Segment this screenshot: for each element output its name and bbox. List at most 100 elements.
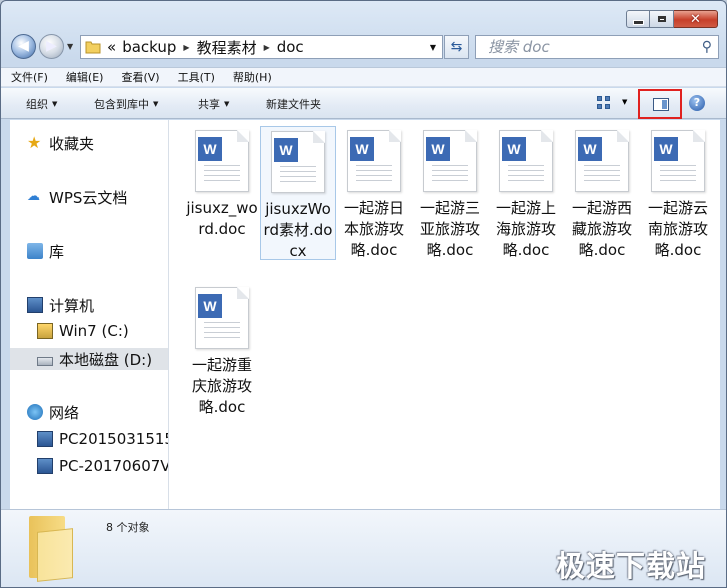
address-bar[interactable]: « backup ▶ 教程素材 ▶ doc ▼ bbox=[80, 35, 443, 59]
organize-label: 组织 bbox=[26, 98, 48, 111]
computer-icon bbox=[27, 297, 43, 313]
menu-tools[interactable]: 工具(T) bbox=[178, 69, 215, 85]
word-document-icon: W bbox=[195, 287, 249, 349]
organize-button[interactable]: 组织 ▼ bbox=[26, 96, 57, 112]
computer-icon bbox=[37, 458, 53, 474]
nav-label: PC2015031515 bbox=[59, 430, 168, 448]
word-badge: W bbox=[654, 137, 678, 161]
recent-pages-dropdown[interactable]: ▼ bbox=[67, 42, 73, 51]
word-document-icon: W bbox=[651, 130, 705, 192]
breadcrumb-doc[interactable]: doc bbox=[277, 38, 304, 56]
file-name: 一起游重庆旅游攻略.doc bbox=[191, 356, 252, 416]
help-button[interactable]: ? bbox=[689, 95, 705, 111]
file-list[interactable]: W jisuxz_word.doc W jisuxzWord素材.docx W … bbox=[169, 120, 720, 509]
change-view-button[interactable] bbox=[596, 95, 614, 111]
file-item[interactable]: W 一起游三亚旅游攻略.doc bbox=[412, 126, 488, 261]
nav-label: 计算机 bbox=[49, 296, 95, 315]
file-item[interactable]: W jisuxz_word.doc bbox=[184, 126, 260, 240]
search-input[interactable]: 搜索 doc ⚲ bbox=[475, 35, 719, 59]
file-item[interactable]: W 一起游云南旅游攻略.doc bbox=[640, 126, 716, 261]
word-badge: W bbox=[274, 138, 298, 162]
file-name: 一起游三亚旅游攻略.doc bbox=[419, 199, 480, 259]
breadcrumb-backup[interactable]: backup bbox=[122, 38, 176, 56]
refresh-button[interactable]: ⇆ bbox=[444, 35, 469, 59]
word-badge: W bbox=[578, 137, 602, 161]
drive-icon bbox=[37, 356, 53, 366]
caption-buttons: ✕ bbox=[626, 10, 718, 28]
file-name: jisuxzWord素材.docx bbox=[263, 200, 333, 260]
nav-item-network[interactable]: 网络 bbox=[27, 401, 79, 423]
share-button[interactable]: 共享 ▼ bbox=[198, 96, 229, 112]
close-icon: ✕ bbox=[690, 11, 701, 27]
maximize-icon bbox=[657, 16, 666, 22]
file-name: 一起游上海旅游攻略.doc bbox=[495, 199, 556, 259]
back-button[interactable]: ◀ bbox=[11, 34, 36, 59]
nav-item-local-disk[interactable]: 本地磁盘 (D:) bbox=[10, 348, 168, 370]
share-label: 共享 bbox=[198, 98, 220, 111]
details-pane: 8 个对象 极速下载站 bbox=[1, 509, 726, 587]
nav-label: 收藏夹 bbox=[49, 134, 95, 153]
views-icon bbox=[597, 96, 602, 101]
nav-item-favorites[interactable]: ★ 收藏夹 bbox=[27, 132, 94, 154]
nav-item-win7-drive[interactable]: Win7 (C:) bbox=[37, 320, 129, 342]
forward-button[interactable]: ▶ bbox=[39, 34, 64, 59]
nav-label: 网络 bbox=[49, 403, 80, 422]
file-item[interactable]: W 一起游日本旅游攻略.doc bbox=[336, 126, 412, 261]
nav-item-network-pc[interactable]: PC2015031515 bbox=[37, 428, 168, 450]
maximize-button[interactable] bbox=[650, 10, 674, 28]
back-arrow-icon: ◀ bbox=[18, 38, 29, 54]
word-document-icon: W bbox=[575, 130, 629, 192]
menu-file[interactable]: 文件(F) bbox=[11, 69, 48, 85]
include-library-label: 包含到库中 bbox=[94, 98, 149, 111]
search-icon[interactable]: ⚲ bbox=[702, 36, 712, 58]
word-document-icon: W bbox=[195, 130, 249, 192]
chevron-down-icon: ▼ bbox=[224, 100, 230, 108]
new-folder-button[interactable]: 新建文件夹 bbox=[266, 96, 321, 112]
breadcrumb-overflow[interactable]: « bbox=[107, 38, 116, 56]
minimize-icon bbox=[632, 19, 644, 25]
file-item[interactable]: W 一起游西藏旅游攻略.doc bbox=[564, 126, 640, 261]
nav-item-network-pc[interactable]: PC-20170607V bbox=[37, 455, 168, 477]
new-folder-label: 新建文件夹 bbox=[266, 98, 321, 111]
views-dropdown-icon[interactable]: ▼ bbox=[622, 98, 627, 106]
navigation-pane[interactable]: ★ 收藏夹 ☁ WPS云文档 库 计算机 Win7 (C:) 本地磁盘 (D:)… bbox=[10, 120, 168, 509]
address-row: ◀ ▶ ▼ « backup ▶ 教程素材 ▶ doc ▼ ⇆ 搜索 doc ⚲ bbox=[1, 33, 726, 61]
nav-label: PC-20170607V bbox=[59, 457, 168, 475]
word-document-icon: W bbox=[499, 130, 553, 192]
breadcrumb-tutorial-materials[interactable]: 教程素材 bbox=[197, 37, 257, 58]
preview-pane-button[interactable] bbox=[638, 89, 682, 119]
library-icon bbox=[27, 243, 43, 259]
address-history-dropdown-icon[interactable]: ▼ bbox=[430, 43, 436, 52]
menu-help[interactable]: 帮助(H) bbox=[233, 69, 272, 85]
computer-icon bbox=[37, 431, 53, 447]
search-placeholder: 搜索 doc bbox=[488, 38, 550, 56]
word-badge: W bbox=[198, 137, 222, 161]
views-icon bbox=[597, 104, 602, 109]
close-button[interactable]: ✕ bbox=[674, 10, 718, 28]
views-icon bbox=[605, 104, 610, 109]
word-document-icon: W bbox=[423, 130, 477, 192]
menu-edit[interactable]: 编辑(E) bbox=[66, 69, 104, 85]
chevron-down-icon: ▼ bbox=[153, 100, 159, 108]
file-item[interactable]: W jisuxzWord素材.docx bbox=[260, 126, 336, 260]
command-bar: 组织 ▼ 包含到库中 ▼ 共享 ▼ 新建文件夹 ▼ ? bbox=[1, 88, 726, 119]
include-in-library-button[interactable]: 包含到库中 ▼ bbox=[94, 96, 158, 112]
help-icon: ? bbox=[693, 96, 701, 109]
breadcrumb-separator-icon[interactable]: ▶ bbox=[183, 43, 189, 52]
file-item[interactable]: W 一起游重庆旅游攻略.doc bbox=[184, 283, 260, 418]
breadcrumb-separator-icon[interactable]: ▶ bbox=[264, 43, 270, 52]
file-name: 一起游日本旅游攻略.doc bbox=[343, 199, 404, 259]
folder-icon bbox=[85, 41, 101, 54]
word-document-icon: W bbox=[347, 130, 401, 192]
nav-item-computer[interactable]: 计算机 bbox=[27, 294, 94, 316]
nav-label: Win7 (C:) bbox=[59, 322, 129, 340]
star-icon: ★ bbox=[27, 133, 42, 152]
nav-label: WPS云文档 bbox=[49, 188, 128, 207]
word-badge: W bbox=[350, 137, 374, 161]
minimize-button[interactable] bbox=[626, 10, 650, 28]
file-item[interactable]: W 一起游上海旅游攻略.doc bbox=[488, 126, 564, 261]
nav-item-wps-cloud[interactable]: ☁ WPS云文档 bbox=[27, 186, 127, 208]
nav-item-libraries[interactable]: 库 bbox=[27, 240, 64, 262]
menu-view[interactable]: 查看(V) bbox=[121, 69, 159, 85]
nav-label: 库 bbox=[49, 242, 65, 261]
